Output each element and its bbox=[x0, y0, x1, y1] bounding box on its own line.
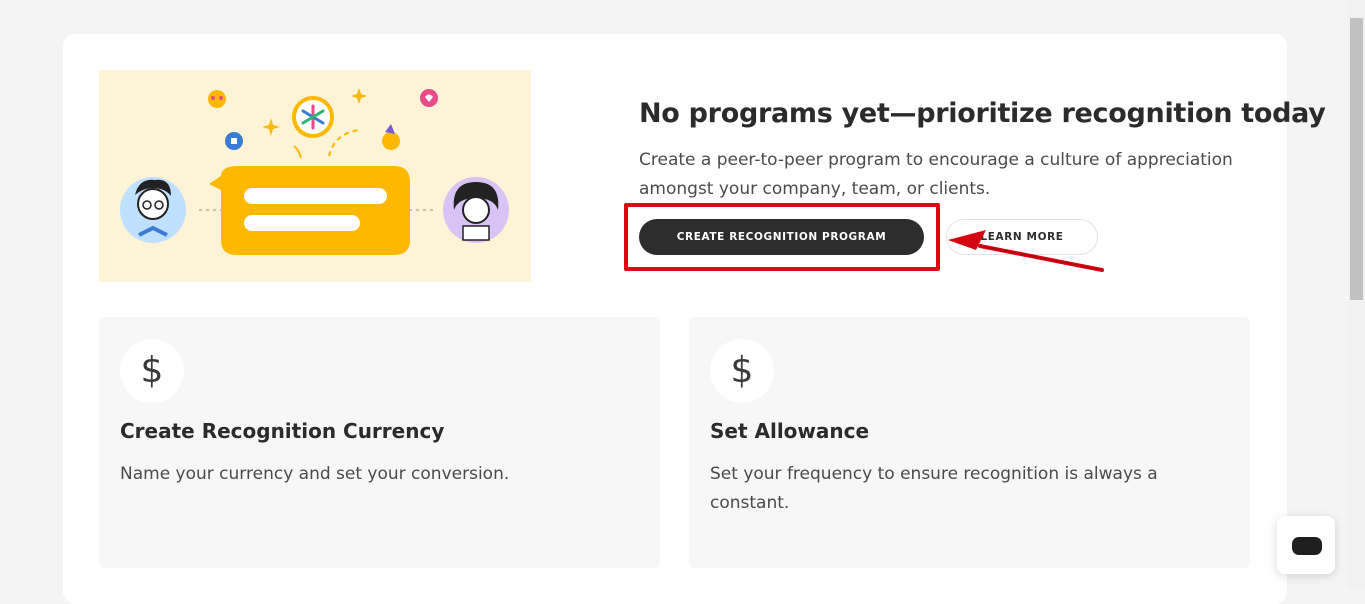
create-recognition-program-button[interactable]: CREATE RECOGNITION PROGRAM bbox=[639, 219, 924, 255]
scrollbar-track[interactable] bbox=[1348, 0, 1365, 588]
feature-card-currency: $ Create Recognition Currency Name your … bbox=[99, 317, 660, 568]
learn-more-button[interactable]: LEARN MORE bbox=[946, 219, 1098, 255]
chat-bubble-icon bbox=[1292, 537, 1322, 555]
feature-title: Set Allowance bbox=[710, 419, 870, 443]
feature-description: Name your currency and set your conversi… bbox=[120, 464, 510, 484]
hero-illustration bbox=[99, 70, 531, 282]
feature-card-allowance: $ Set Allowance Set your frequency to en… bbox=[689, 317, 1250, 568]
feature-title: Create Recognition Currency bbox=[120, 419, 445, 443]
page-title: No programs yet—prioritize recognition t… bbox=[639, 98, 1326, 129]
feature-description: Set your frequency to ensure recognition… bbox=[710, 464, 1158, 513]
dollar-icon: $ bbox=[710, 339, 774, 403]
dollar-icon: $ bbox=[120, 339, 184, 403]
chat-launcher-button[interactable] bbox=[1277, 516, 1335, 574]
scrollbar-thumb[interactable] bbox=[1350, 18, 1363, 300]
page-subtitle: Create a peer-to-peer program to encoura… bbox=[639, 150, 1233, 199]
